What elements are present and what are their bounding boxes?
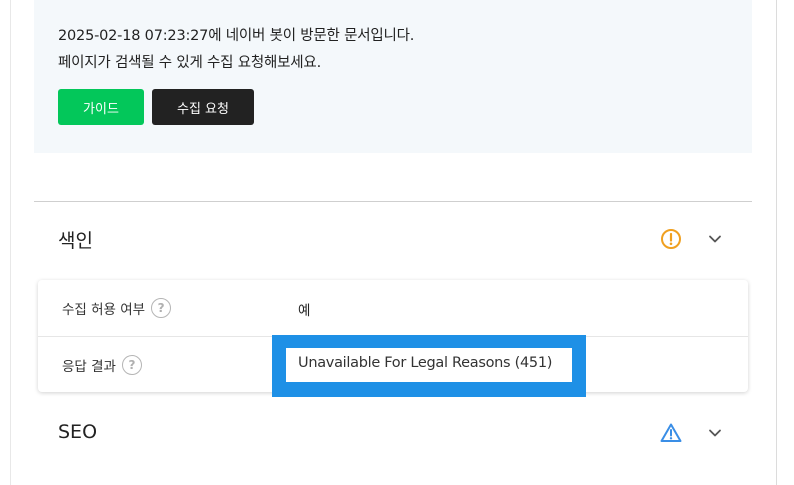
seo-expand-chevron-icon[interactable] bbox=[707, 425, 723, 441]
notice-visit-text: 2025-02-18 07:23:27에 네이버 봇이 방문한 문서입니다. bbox=[58, 28, 415, 44]
table-row: 수집 허용 여부 ? 예 bbox=[38, 280, 748, 336]
section-divider bbox=[34, 201, 752, 202]
guide-button[interactable]: 가이드 bbox=[58, 89, 144, 125]
crawl-allowed-label: 수집 허용 여부 bbox=[62, 302, 146, 318]
seo-section-title[interactable]: SEO bbox=[58, 421, 97, 443]
response-highlight-box: Unavailable For Legal Reasons (451) bbox=[272, 335, 586, 397]
notice-request-text: 페이지가 검색될 수 있게 수집 요청해보세요. bbox=[58, 55, 321, 71]
response-result-value: Unavailable For Legal Reasons (451) bbox=[298, 355, 553, 371]
frame-border-right bbox=[776, 0, 777, 485]
row-label: 수집 허용 여부 ? bbox=[62, 298, 172, 318]
row-label: 응답 결과 ? bbox=[62, 355, 142, 375]
crawl-request-button[interactable]: 수집 요청 bbox=[152, 89, 254, 125]
warning-triangle-icon bbox=[660, 423, 682, 442]
frame-border-left bbox=[10, 0, 11, 485]
index-expand-chevron-icon[interactable] bbox=[707, 231, 723, 247]
help-icon[interactable]: ? bbox=[151, 298, 172, 318]
help-icon[interactable]: ? bbox=[121, 355, 142, 375]
crawl-notice-box: 2025-02-18 07:23:27에 네이버 봇이 방문한 문서입니다. 페… bbox=[34, 0, 752, 153]
warning-circle-icon bbox=[661, 229, 681, 249]
response-value-box: Unavailable For Legal Reasons (451) bbox=[286, 348, 572, 382]
response-result-label: 응답 결과 bbox=[62, 359, 116, 375]
index-section-title[interactable]: 색인 bbox=[58, 226, 93, 253]
crawl-allowed-value: 예 bbox=[298, 303, 311, 319]
